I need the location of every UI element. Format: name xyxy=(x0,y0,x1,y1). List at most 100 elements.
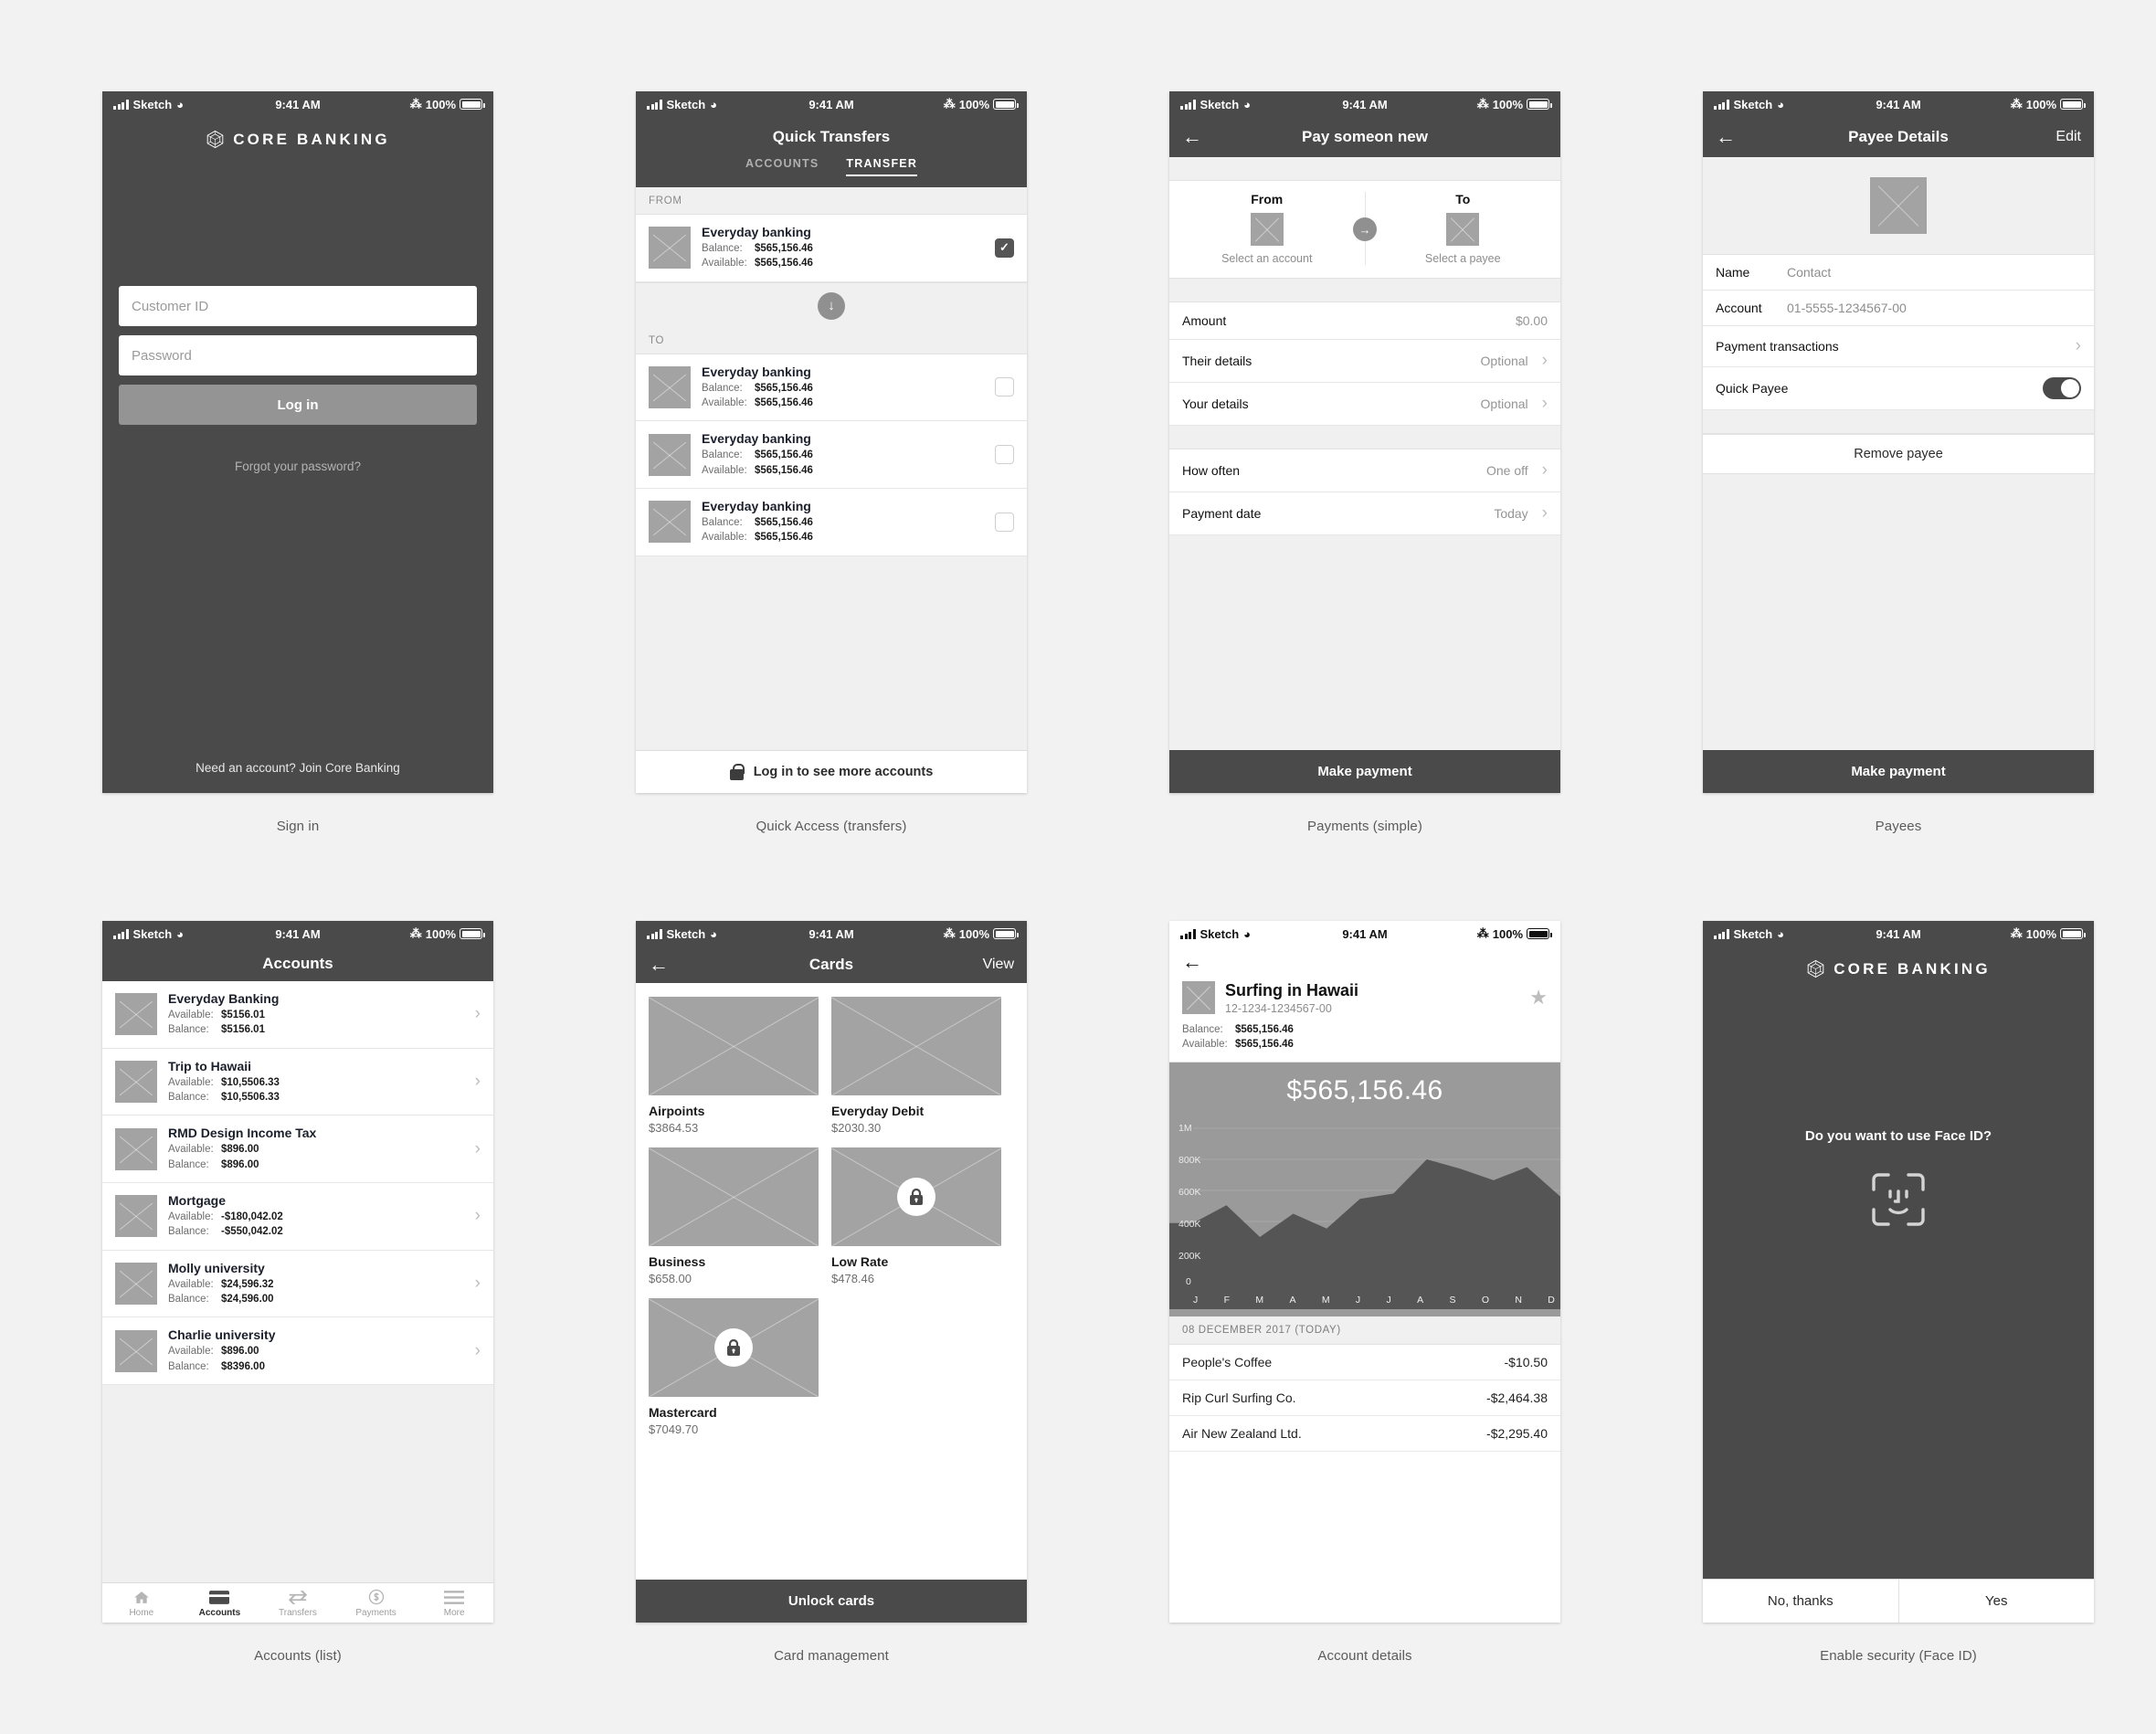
table-row[interactable]: Mortgage Available: -$180,042.02 Balance:… xyxy=(102,1182,493,1251)
from-account-checkbox[interactable]: ✓ xyxy=(995,238,1014,258)
dollar-coin-icon xyxy=(368,1589,385,1605)
battery-icon xyxy=(2060,928,2086,939)
row-value: $0.00 xyxy=(1516,313,1548,328)
available-line: Available: -$180,042.02 xyxy=(168,1210,459,1224)
to-selector[interactable]: To Select a payee xyxy=(1366,192,1561,265)
row-payment-date[interactable]: Payment date Today › xyxy=(1169,492,1560,535)
tab-payments[interactable]: Payments xyxy=(337,1589,416,1618)
card-tile[interactable]: Mastercard $7049.70 xyxy=(649,1298,819,1436)
x-tick-label: D xyxy=(1548,1295,1555,1306)
password-input[interactable]: Password xyxy=(119,335,477,375)
screen-cell-accounts-list: Sketch ◕ 9:41 AM ⁂ 100% Accounts Everyda… xyxy=(102,921,493,1664)
to-account-checkbox[interactable] xyxy=(995,377,1014,397)
login-for-more-accounts-button[interactable]: Log in to see more accounts xyxy=(636,750,1027,793)
list-item[interactable]: Rip Curl Surfing Co. -$2,464.38 xyxy=(1169,1380,1560,1417)
x-tick-label: M xyxy=(1321,1295,1330,1306)
transfer-to-row[interactable]: Everyday banking Balance: $565,156.46 Av… xyxy=(636,354,1027,422)
account-info: Charlie university Available: $896.00 Bal… xyxy=(168,1327,459,1374)
transfer-to-row[interactable]: Everyday banking Balance: $565,156.46 Av… xyxy=(636,421,1027,489)
table-row[interactable]: Charlie university Available: $896.00 Bal… xyxy=(102,1317,493,1385)
no-thanks-button[interactable]: No, thanks xyxy=(1703,1580,1899,1623)
status-left: Sketch ◕ xyxy=(1714,927,1784,941)
row-payee-account[interactable]: Account 01-5555-1234567-00 xyxy=(1703,291,2094,326)
account-info: Everyday banking Balance: $565,156.46 Av… xyxy=(702,499,984,545)
tab-accounts[interactable]: ACCOUNTS xyxy=(745,157,819,176)
card-tile[interactable]: Everyday Debit $2030.30 xyxy=(831,997,1001,1135)
forgot-password-link[interactable]: Forgot your password? xyxy=(119,460,477,473)
table-row[interactable]: Everyday Banking Available: $5156.01 Bala… xyxy=(102,981,493,1049)
table-row[interactable]: Molly university Available: $24,596.32 Ba… xyxy=(102,1250,493,1318)
login-button[interactable]: Log in xyxy=(119,385,477,425)
spacer-band xyxy=(1169,157,1560,181)
unlock-cards-button[interactable]: Unlock cards xyxy=(636,1580,1027,1623)
yes-button[interactable]: Yes xyxy=(1899,1580,2095,1623)
tab-accounts[interactable]: Accounts xyxy=(181,1589,259,1618)
account-title-block: Surfing in Hawaii 12-1234-1234567-00 xyxy=(1225,981,1358,1015)
row-their-details[interactable]: Their details Optional › xyxy=(1169,340,1560,383)
join-link[interactable]: Need an account? Join Core Banking xyxy=(102,761,493,775)
tab-transfers[interactable]: Transfers xyxy=(259,1589,337,1618)
back-arrow-icon[interactable]: ← xyxy=(1182,127,1202,147)
available-line: Available: $565,156.46 xyxy=(702,256,984,270)
card-name: Everyday Debit xyxy=(831,1104,925,1118)
list-item[interactable]: Air New Zealand Ltd. -$2,295.40 xyxy=(1169,1416,1560,1453)
tab-more[interactable]: More xyxy=(415,1589,493,1618)
navbar: ← Cards View xyxy=(636,946,1027,983)
account-avatar xyxy=(115,1262,157,1305)
status-bar: Sketch ◕ 9:41 AM ⁂ 100% xyxy=(636,91,1027,117)
row-payment-transactions[interactable]: Payment transactions › xyxy=(1703,326,2094,367)
account-avatar xyxy=(1182,981,1215,1015)
status-right: ⁂ 100% xyxy=(1476,97,1552,111)
card-tile[interactable]: Low Rate $478.46 xyxy=(831,1147,1001,1285)
screen-cell-payments: Sketch ◕ 9:41 AM ⁂ 100% ← Pay someon new xyxy=(1169,91,1560,834)
screen-cell-account-details: Sketch ◕ 9:41 AM ⁂ 100% ← Surfing in Haw… xyxy=(1169,921,1560,1664)
transfer-to-row[interactable]: Everyday banking Balance: $565,156.46 Av… xyxy=(636,488,1027,556)
from-selector[interactable]: From Select an account xyxy=(1169,192,1366,265)
transfer-from-row[interactable]: Everyday banking Balance: $565,156.46 Av… xyxy=(636,215,1027,282)
screen-payments: Sketch ◕ 9:41 AM ⁂ 100% ← Pay someon new xyxy=(1169,91,1560,793)
payment-date-value: Today xyxy=(1494,506,1528,521)
available-label: Available: xyxy=(702,258,747,270)
row-amount[interactable]: Amount $0.00 xyxy=(1169,302,1560,340)
available-line: Available: $896.00 xyxy=(168,1142,459,1157)
status-bar: Sketch ◕ 9:41 AM ⁂ 100% xyxy=(102,921,493,946)
tab-home[interactable]: Home xyxy=(102,1589,181,1618)
card-tile[interactable]: Airpoints $3864.53 xyxy=(649,997,819,1135)
row-quick-payee[interactable]: Quick Payee xyxy=(1703,367,2094,410)
signin-form: Customer ID Password Log in Forgot your … xyxy=(102,286,493,473)
make-payment-button[interactable]: Make payment xyxy=(1169,750,1560,793)
row-how-often[interactable]: How often One off › xyxy=(1169,449,1560,492)
tab-transfer[interactable]: TRANSFER xyxy=(846,157,918,176)
customer-id-input[interactable]: Customer ID xyxy=(119,286,477,326)
back-arrow-icon[interactable]: ← xyxy=(1716,127,1736,147)
make-payment-button[interactable]: Make payment xyxy=(1703,750,2094,793)
account-info: Everyday banking Balance: $565,156.46 Av… xyxy=(702,365,984,411)
bluetooth-icon: ⁂ xyxy=(1476,97,1489,111)
brand-name: CORE BANKING xyxy=(233,130,390,148)
row-your-details[interactable]: Your details Optional › xyxy=(1169,383,1560,426)
to-account-checkbox[interactable] xyxy=(995,512,1014,532)
filler xyxy=(1703,1228,2094,1579)
quick-payee-toggle[interactable] xyxy=(2043,377,2081,399)
x-tick-label: O xyxy=(1481,1295,1489,1306)
remove-payee-button[interactable]: Remove payee xyxy=(1703,434,2094,474)
balance-label: Balance: xyxy=(168,1226,209,1238)
table-row[interactable]: Trip to Hawaii Available: $10,5506.33 Bal… xyxy=(102,1048,493,1116)
status-right: ⁂ 100% xyxy=(2011,97,2086,111)
back-arrow-icon[interactable]: ← xyxy=(1182,952,1202,972)
balance-label: Balance: xyxy=(168,1360,209,1372)
card-name: Airpoints xyxy=(649,1104,705,1118)
y-tick-label: 400K xyxy=(1178,1219,1201,1231)
edit-button[interactable]: Edit xyxy=(2056,129,2081,145)
swap-direction-button[interactable]: ↓ xyxy=(818,291,845,320)
to-account-checkbox[interactable] xyxy=(995,445,1014,465)
status-left: Sketch ◕ xyxy=(1180,927,1251,941)
favourite-star-icon[interactable]: ★ xyxy=(1529,986,1548,1010)
row-payee-name[interactable]: Name Contact xyxy=(1703,255,2094,291)
view-button[interactable]: View xyxy=(983,957,1014,973)
list-item[interactable]: People's Coffee -$10.50 xyxy=(1169,1345,1560,1381)
table-row[interactable]: RMD Design Income Tax Available: $896.00 … xyxy=(102,1115,493,1183)
card-tile[interactable]: Business $658.00 xyxy=(649,1147,819,1285)
back-arrow-icon[interactable]: ← xyxy=(649,955,669,975)
screen-cards: Sketch ◕ 9:41 AM ⁂ 100% ← Cards View Air… xyxy=(636,921,1027,1623)
